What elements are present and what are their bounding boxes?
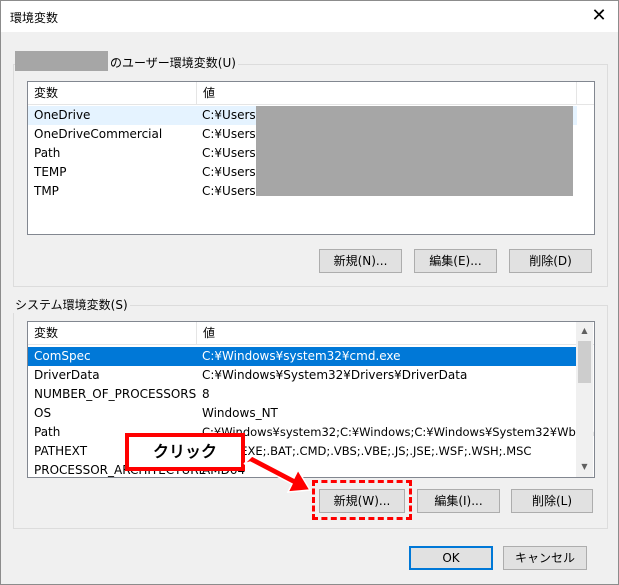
scroll-down-icon[interactable]: ▼ <box>576 458 593 475</box>
row-variable: OneDrive <box>34 108 91 122</box>
row-value: C:¥Windows¥system32¥cmd.exe <box>202 349 401 363</box>
title-bar: 環境変数 ✕ <box>1 1 618 32</box>
scroll-thumb[interactable] <box>578 341 591 383</box>
row-variable: NUMBER_OF_PROCESSORS <box>34 387 197 401</box>
user-delete-button[interactable]: 削除(D) <box>509 249 592 273</box>
list-header: 変数 値 <box>28 82 594 105</box>
row-value: C:¥Users¥ <box>202 108 264 122</box>
click-callout: クリック <box>125 433 245 471</box>
user-edit-button[interactable]: 編集(E)... <box>414 249 497 273</box>
row-value: C:¥Users¥ <box>202 146 264 160</box>
row-variable: TEMP <box>34 165 67 179</box>
scroll-up-icon[interactable]: ▲ <box>576 322 593 339</box>
highlight-box <box>312 480 412 520</box>
system-delete-button[interactable]: 削除(L) <box>511 489 593 513</box>
table-row-selected[interactable]: ComSpec C:¥Windows¥system32¥cmd.exe <box>28 347 576 366</box>
table-row[interactable]: NUMBER_OF_PROCESSORS 8 <box>28 385 576 404</box>
header-variable[interactable]: 変数 <box>28 322 196 344</box>
row-value: C:¥Users¥ <box>202 184 264 198</box>
row-value: C:¥Windows¥System32¥Drivers¥DriverData <box>202 368 468 382</box>
row-variable: Path <box>34 146 61 160</box>
row-variable: OneDriveCommercial <box>34 127 163 141</box>
row-variable: DriverData <box>34 368 100 382</box>
row-value: 8 <box>202 387 210 401</box>
header-separator <box>576 82 577 104</box>
row-value: C:¥Users¥ <box>202 165 264 179</box>
list-header: 変数 値 <box>28 322 594 345</box>
close-icon[interactable]: ✕ <box>587 5 611 27</box>
table-row[interactable]: OS Windows_NT <box>28 404 576 423</box>
header-variable[interactable]: 変数 <box>28 82 196 104</box>
row-variable: PATHEXT <box>34 444 88 458</box>
cancel-button[interactable]: キャンセル <box>503 546 587 570</box>
ok-button[interactable]: OK <box>409 546 493 570</box>
row-value: C:¥Users¥ <box>202 127 264 141</box>
user-variables-label: のユーザー環境変数(U) <box>108 54 238 71</box>
system-edit-button[interactable]: 編集(I)... <box>417 489 500 513</box>
row-variable: Path <box>34 425 61 439</box>
user-variables-list[interactable]: 変数 値 OneDrive C:¥Users¥ OneDriveCommerci… <box>27 81 595 235</box>
row-value: Windows_NT <box>202 406 278 420</box>
row-variable: ComSpec <box>34 349 91 363</box>
redacted-username <box>15 51 108 71</box>
row-value: C:¥Windows¥system32;C:¥Windows;C:¥Window… <box>202 425 595 439</box>
arrow-icon <box>243 455 312 493</box>
user-new-button[interactable]: 新規(N)... <box>319 249 402 273</box>
header-value[interactable]: 値 <box>197 322 577 344</box>
table-row[interactable]: Path C:¥Windows¥system32;C:¥Windows;C:¥W… <box>28 423 594 442</box>
table-row[interactable]: DriverData C:¥Windows¥System32¥Drivers¥D… <box>28 366 576 385</box>
environment-variables-dialog: 環境変数 ✕ のユーザー環境変数(U) 変数 値 OneDrive C:¥Use… <box>0 0 619 585</box>
window-title: 環境変数 <box>10 11 59 25</box>
row-variable: TMP <box>34 184 59 198</box>
row-variable: OS <box>34 406 52 420</box>
redacted-values <box>256 106 573 196</box>
vertical-scrollbar[interactable]: ▲ ▼ <box>576 322 593 477</box>
header-value[interactable]: 値 <box>197 82 577 104</box>
system-variables-label: システム環境変数(S) <box>13 296 130 313</box>
